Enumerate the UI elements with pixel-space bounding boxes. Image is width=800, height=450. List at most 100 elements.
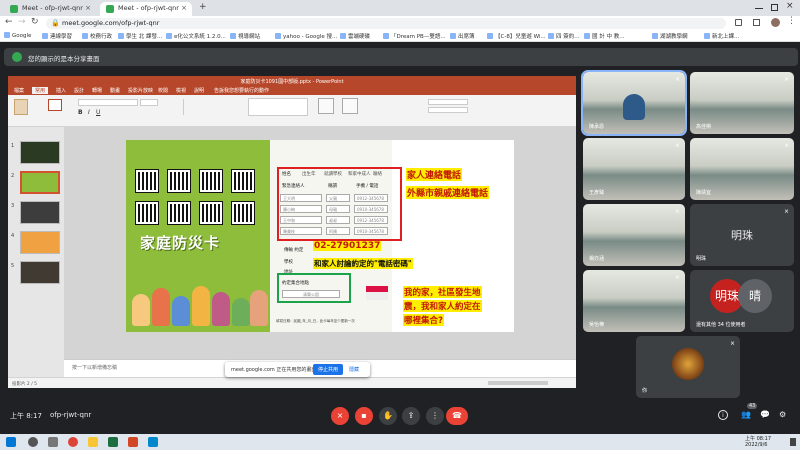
participant-tile[interactable]: 高佳棋 ⨯ xyxy=(690,72,794,134)
reload-icon[interactable]: ↻ xyxy=(31,17,39,27)
bookmark-item[interactable]: e化公文系統 1.2.0... xyxy=(166,32,226,40)
bookmark-item[interactable]: 四 簽約... xyxy=(548,32,580,40)
hide-notification-button[interactable]: 隱藏 xyxy=(349,366,359,373)
forward-icon[interactable]: → xyxy=(18,17,26,27)
url-input[interactable]: 🔒 meet.google.com/ofp-rjwt-qnr xyxy=(46,18,726,29)
ppt-tab-view[interactable]: 檢視 xyxy=(176,87,186,94)
current-slide[interactable]: 家庭防災卡 姓名 出生年 就讀學校 和家中成人 聯絡 緊急連絡人 稱謂 手機 /… xyxy=(126,140,514,332)
browser-tab-2[interactable]: Meet - ofp-rjwt-qnr × xyxy=(100,2,192,16)
bookmark-item[interactable]: 連線學習 xyxy=(42,32,72,40)
ppt-tab-transitions[interactable]: 轉場 xyxy=(92,87,102,94)
slide-number: 4 xyxy=(11,233,15,239)
more-options-button[interactable]: ⋮ xyxy=(426,407,444,425)
bookmark-item[interactable]: 出席簿 xyxy=(450,32,475,40)
font-size-select[interactable] xyxy=(140,99,158,106)
slide-thumbnail-1[interactable] xyxy=(20,141,60,164)
participant-tile[interactable]: 陳靖宜 ⨯ xyxy=(690,138,794,200)
ppt-tab-review[interactable]: 校閱 xyxy=(158,87,168,94)
new-tab-button[interactable]: + xyxy=(199,2,207,12)
participant-tile[interactable]: 楊亦涵 ⨯ xyxy=(583,204,685,266)
end-call-button[interactable]: ☎ xyxy=(446,407,468,425)
ppt-tell-me[interactable]: 告訴我您想要執行的動作 xyxy=(214,87,269,94)
ppt-tab-animations[interactable]: 動畫 xyxy=(110,87,120,94)
bookmark-item[interactable]: 「Dream PB—雙語... xyxy=(383,32,446,40)
file-explorer-icon[interactable] xyxy=(88,437,98,447)
activities-icon[interactable]: ⚙ xyxy=(779,410,786,419)
ppt-tab-help[interactable]: 說明 xyxy=(194,87,204,94)
participant-tile[interactable]: 明珠 明珠 ⨯ xyxy=(690,204,794,266)
quick-styles-icon[interactable] xyxy=(342,98,358,114)
bookmark-icon xyxy=(584,33,590,39)
mic-off-button[interactable]: ⨯ xyxy=(331,407,349,425)
participant-tile[interactable]: 陳承恩 ⨯ xyxy=(581,70,687,136)
stop-sharing-button[interactable]: 停止共用 xyxy=(313,364,344,375)
window-close-icon[interactable]: × xyxy=(786,1,794,11)
participant-tile[interactable]: 王彥臻 ⨯ xyxy=(583,138,685,200)
chat-icon[interactable]: 💬 xyxy=(760,410,770,419)
chrome-icon[interactable] xyxy=(68,437,78,447)
bookmark-item[interactable]: 學生 北 課發... xyxy=(118,32,162,40)
slide-thumbnail-4[interactable] xyxy=(20,231,60,254)
participant-name: 你 xyxy=(642,388,648,394)
search-icon[interactable] xyxy=(28,437,38,447)
maximize-icon[interactable] xyxy=(771,4,778,11)
people-icon[interactable]: 👥 xyxy=(741,410,751,419)
bookmark-item[interactable]: 國 計 中 教... xyxy=(584,32,625,40)
bookmark-item[interactable]: yahoo - Google 搜... xyxy=(275,32,337,40)
ppt-tab-insert[interactable]: 插入 xyxy=(56,87,66,94)
meeting-code: ofp-rjwt-qnr xyxy=(50,411,92,419)
slide-thumbnail-5[interactable] xyxy=(20,261,60,284)
bookmark-item[interactable]: 【C-8】兒童遊 Wi... xyxy=(487,32,546,40)
notifications-icon[interactable] xyxy=(790,438,796,446)
find-button[interactable] xyxy=(428,99,468,105)
minimize-icon[interactable] xyxy=(755,8,763,9)
bookmark-item[interactable]: 雲端硬碟 xyxy=(340,32,370,40)
zoom-slider[interactable] xyxy=(488,381,548,385)
ppt-tab-file[interactable]: 檔案 xyxy=(14,87,24,94)
shapes-gallery[interactable] xyxy=(248,98,308,116)
font-name-select[interactable] xyxy=(78,99,138,106)
raise-hand-button[interactable]: ✋ xyxy=(379,407,397,425)
powerpoint-icon[interactable] xyxy=(128,437,138,447)
task-view-icon[interactable] xyxy=(48,437,58,447)
profile-avatar[interactable] xyxy=(771,18,780,27)
underline-icon[interactable]: U xyxy=(96,109,100,116)
annotation-phone: 02-27901237 xyxy=(313,241,382,251)
bookmark-item[interactable]: 校務行政 xyxy=(82,32,112,40)
self-view-tile[interactable]: 你 ⨯ xyxy=(636,336,740,398)
italic-icon[interactable]: I xyxy=(88,109,90,116)
bookmark-item[interactable]: Google xyxy=(4,32,31,39)
present-button[interactable]: ⇪ xyxy=(402,407,420,425)
browser-tab-1[interactable]: Meet - ofp-rjwt-qnr × xyxy=(4,2,96,16)
bookmark-item[interactable]: 湖湖教學網 xyxy=(652,32,688,40)
cast-icon[interactable] xyxy=(753,19,760,26)
arrange-icon[interactable] xyxy=(318,98,334,114)
more-participants-tile[interactable]: 明珠 晴 還有其他 34 位使用者 xyxy=(690,270,794,332)
ppt-tab-slideshow[interactable]: 投影片放映 xyxy=(128,87,153,94)
tab-close-icon[interactable]: × xyxy=(181,4,187,12)
ppt-tab-home[interactable]: 常用 xyxy=(32,87,49,94)
taskbar-time: 上午 08:17 xyxy=(745,436,771,442)
extensions-icon[interactable] xyxy=(735,19,742,26)
telegram-icon[interactable] xyxy=(148,437,158,447)
qr-code xyxy=(167,201,191,225)
slide-editing-canvas[interactable]: 家庭防災卡 姓名 出生年 就讀學校 和家中成人 聯絡 緊急連絡人 稱謂 手機 /… xyxy=(64,127,576,359)
bookmark-item[interactable]: 視導網站 xyxy=(230,32,260,40)
info-icon[interactable]: i xyxy=(718,410,728,420)
bold-icon[interactable]: B xyxy=(78,109,83,116)
replace-button[interactable] xyxy=(428,107,468,113)
camera-off-button[interactable]: ▪ xyxy=(355,407,373,425)
bookmark-item[interactable]: 新北上課... xyxy=(704,32,739,40)
excel-icon[interactable] xyxy=(108,437,118,447)
slide-thumbnail-2[interactable] xyxy=(20,171,60,194)
slide-thumbnail-3[interactable] xyxy=(20,201,60,224)
back-icon[interactable]: ← xyxy=(5,17,13,27)
bookmark-icon xyxy=(42,33,48,39)
browser-menu-icon[interactable]: ⋮ xyxy=(787,16,796,26)
paste-icon[interactable] xyxy=(14,99,28,115)
start-icon[interactable] xyxy=(6,437,16,447)
new-slide-icon[interactable] xyxy=(48,99,62,111)
tab-close-icon[interactable]: × xyxy=(85,4,91,12)
ppt-tab-design[interactable]: 設計 xyxy=(74,87,84,94)
participant-tile[interactable]: 吳怡樺 ⨯ xyxy=(583,270,685,332)
